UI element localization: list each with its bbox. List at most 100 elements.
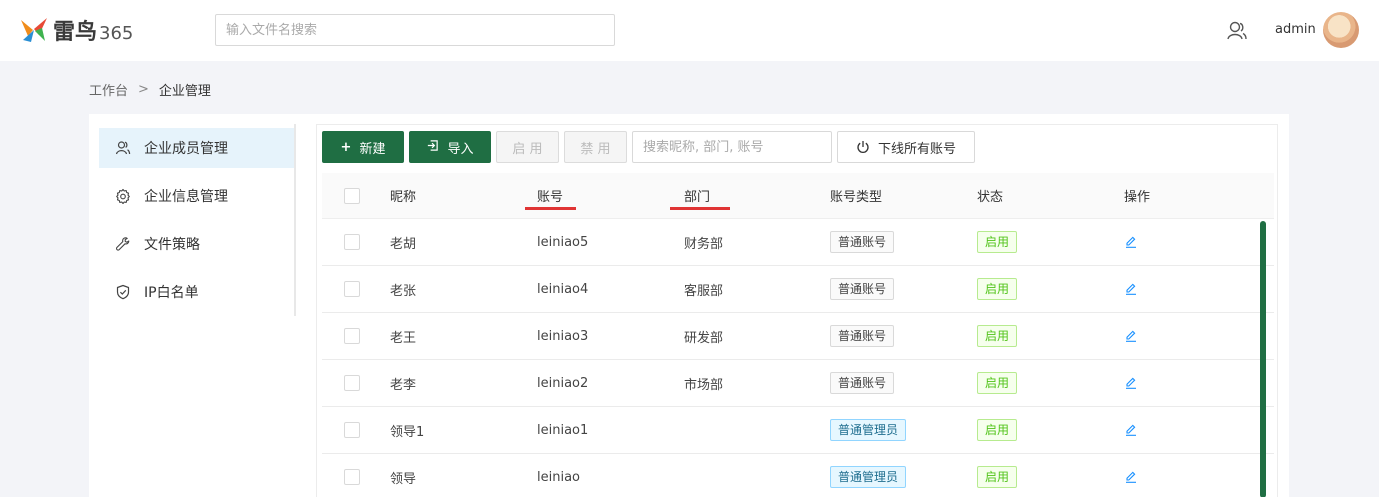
sidebar-item-label: 文件策略 (144, 237, 200, 253)
plus-icon: + (340, 139, 352, 155)
table-row: 领导 leiniao 普通管理员 启用 (322, 454, 1274, 497)
sidebar-item-members[interactable]: 企业成员管理 (99, 128, 295, 168)
table-row: 老胡 leiniao5 财务部 普通账号 启用 (322, 219, 1274, 266)
users-icon (115, 140, 131, 156)
gear-icon (115, 188, 131, 204)
edit-icon[interactable] (1124, 470, 1138, 484)
breadcrumb-current: 企业管理 (158, 84, 211, 99)
logo-number: 365 (99, 22, 134, 44)
status-badge: 启用 (977, 278, 1018, 300)
row-checkbox[interactable] (344, 469, 360, 485)
sidebar-item-label: 企业信息管理 (144, 189, 228, 205)
sidebar-item-label: IP白名单 (144, 285, 199, 301)
row-department: 市场部 (684, 377, 724, 393)
new-button[interactable]: + 新建 (322, 131, 404, 163)
offline-all-button[interactable]: 下线所有账号 (837, 131, 975, 163)
department-header-underline (670, 207, 730, 210)
power-icon (856, 140, 870, 154)
header-account-type: 账号类型 (830, 190, 883, 205)
row-nickname: 老胡 (390, 236, 417, 252)
user-switch-icon[interactable] (1226, 20, 1248, 42)
header-action: 操作 (1124, 190, 1151, 205)
row-nickname: 老张 (390, 283, 417, 299)
import-button-label: 导入 (447, 141, 474, 157)
import-button[interactable]: 导入 (409, 131, 491, 163)
account-type-tag: 普通账号 (830, 231, 895, 253)
sidebar-item-company-info[interactable]: 企业信息管理 (99, 176, 295, 216)
member-search-input[interactable] (632, 131, 832, 163)
sidebar-item-label: 企业成员管理 (144, 141, 228, 157)
new-button-label: 新建 (359, 141, 386, 157)
shield-icon (115, 284, 131, 300)
row-account: leiniao3 (537, 328, 589, 344)
row-department: 财务部 (684, 236, 724, 252)
enable-button[interactable]: 启 用 (496, 131, 559, 163)
row-department: 客服部 (684, 283, 724, 299)
status-badge: 启用 (977, 231, 1018, 253)
top-header: 雷鸟 365 admin (0, 0, 1379, 61)
edit-icon[interactable] (1124, 423, 1138, 437)
row-account: leiniao5 (537, 234, 589, 250)
header-nickname: 昵称 (390, 190, 417, 205)
sidebar: 企业成员管理 企业信息管理 文件策略 IP白名单 (99, 128, 295, 316)
status-badge: 启用 (977, 419, 1018, 441)
table-header: 昵称 账号 部门 账号类型 状态 操作 (322, 173, 1274, 219)
account-type-tag: 普通管理员 (830, 419, 907, 441)
table-row: 领导1 leiniao1 普通管理员 启用 (322, 407, 1274, 454)
breadcrumb-home[interactable]: 工作台 (89, 80, 128, 99)
breadcrumb: 工作台 > 企业管理 (89, 80, 211, 99)
account-type-tag: 普通账号 (830, 372, 895, 394)
table-scrollbar[interactable] (1260, 221, 1266, 497)
row-nickname: 老李 (390, 377, 417, 393)
table-row: 老王 leiniao3 研发部 普通账号 启用 (322, 313, 1274, 360)
row-department: 研发部 (684, 330, 724, 346)
import-icon (426, 139, 439, 156)
status-badge: 启用 (977, 466, 1018, 488)
offline-all-label: 下线所有账号 (877, 141, 956, 157)
row-checkbox[interactable] (344, 281, 360, 297)
members-content: + 新建 导入 启 用 禁 用 下线所有账号 昵称 (316, 124, 1278, 497)
edit-icon[interactable] (1124, 235, 1138, 249)
table-row: 老李 leiniao2 市场部 普通账号 启用 (322, 360, 1274, 407)
edit-icon[interactable] (1124, 376, 1138, 390)
row-checkbox[interactable] (344, 328, 360, 344)
wrench-icon (115, 236, 131, 252)
edit-icon[interactable] (1124, 282, 1138, 296)
disable-button[interactable]: 禁 用 (564, 131, 627, 163)
edit-icon[interactable] (1124, 329, 1138, 343)
avatar[interactable] (1323, 12, 1359, 48)
main-panel: 企业成员管理 企业信息管理 文件策略 IP白名单 + 新建 导入 启 用 禁 用… (89, 114, 1289, 497)
logo-text: 雷鸟 (53, 20, 98, 45)
logo-bird-icon (21, 18, 47, 42)
row-account: leiniao1 (537, 422, 589, 438)
members-table: 昵称 账号 部门 账号类型 状态 操作 老胡 leiniao5 财务部 普通账号… (322, 173, 1274, 497)
row-account: leiniao2 (537, 375, 589, 391)
account-header-underline (525, 207, 576, 210)
account-type-tag: 普通管理员 (830, 466, 907, 488)
row-account: leiniao4 (537, 281, 589, 297)
row-account: leiniao (537, 469, 580, 485)
header-department: 部门 (684, 190, 711, 205)
account-type-tag: 普通账号 (830, 325, 895, 347)
toolbar: + 新建 导入 启 用 禁 用 下线所有账号 (322, 131, 980, 163)
username-label[interactable]: admin (1275, 22, 1316, 37)
row-nickname: 领导 (390, 471, 417, 487)
status-badge: 启用 (977, 372, 1018, 394)
header-status: 状态 (977, 190, 1004, 205)
status-badge: 启用 (977, 325, 1018, 347)
table-row: 老张 leiniao4 客服部 普通账号 启用 (322, 266, 1274, 313)
row-nickname: 老王 (390, 330, 417, 346)
row-checkbox[interactable] (344, 234, 360, 250)
breadcrumb-separator: > (138, 82, 149, 97)
sidebar-item-ip-whitelist[interactable]: IP白名单 (99, 272, 295, 312)
select-all-checkbox[interactable] (344, 187, 360, 204)
header-account: 账号 (537, 190, 564, 205)
logo[interactable]: 雷鸟 365 (18, 14, 133, 46)
row-checkbox[interactable] (344, 375, 360, 391)
file-search-input[interactable] (215, 14, 615, 46)
account-type-tag: 普通账号 (830, 278, 895, 300)
row-nickname: 领导1 (390, 424, 425, 440)
row-checkbox[interactable] (344, 422, 360, 438)
sidebar-divider (294, 124, 296, 316)
sidebar-item-file-policy[interactable]: 文件策略 (99, 224, 295, 264)
